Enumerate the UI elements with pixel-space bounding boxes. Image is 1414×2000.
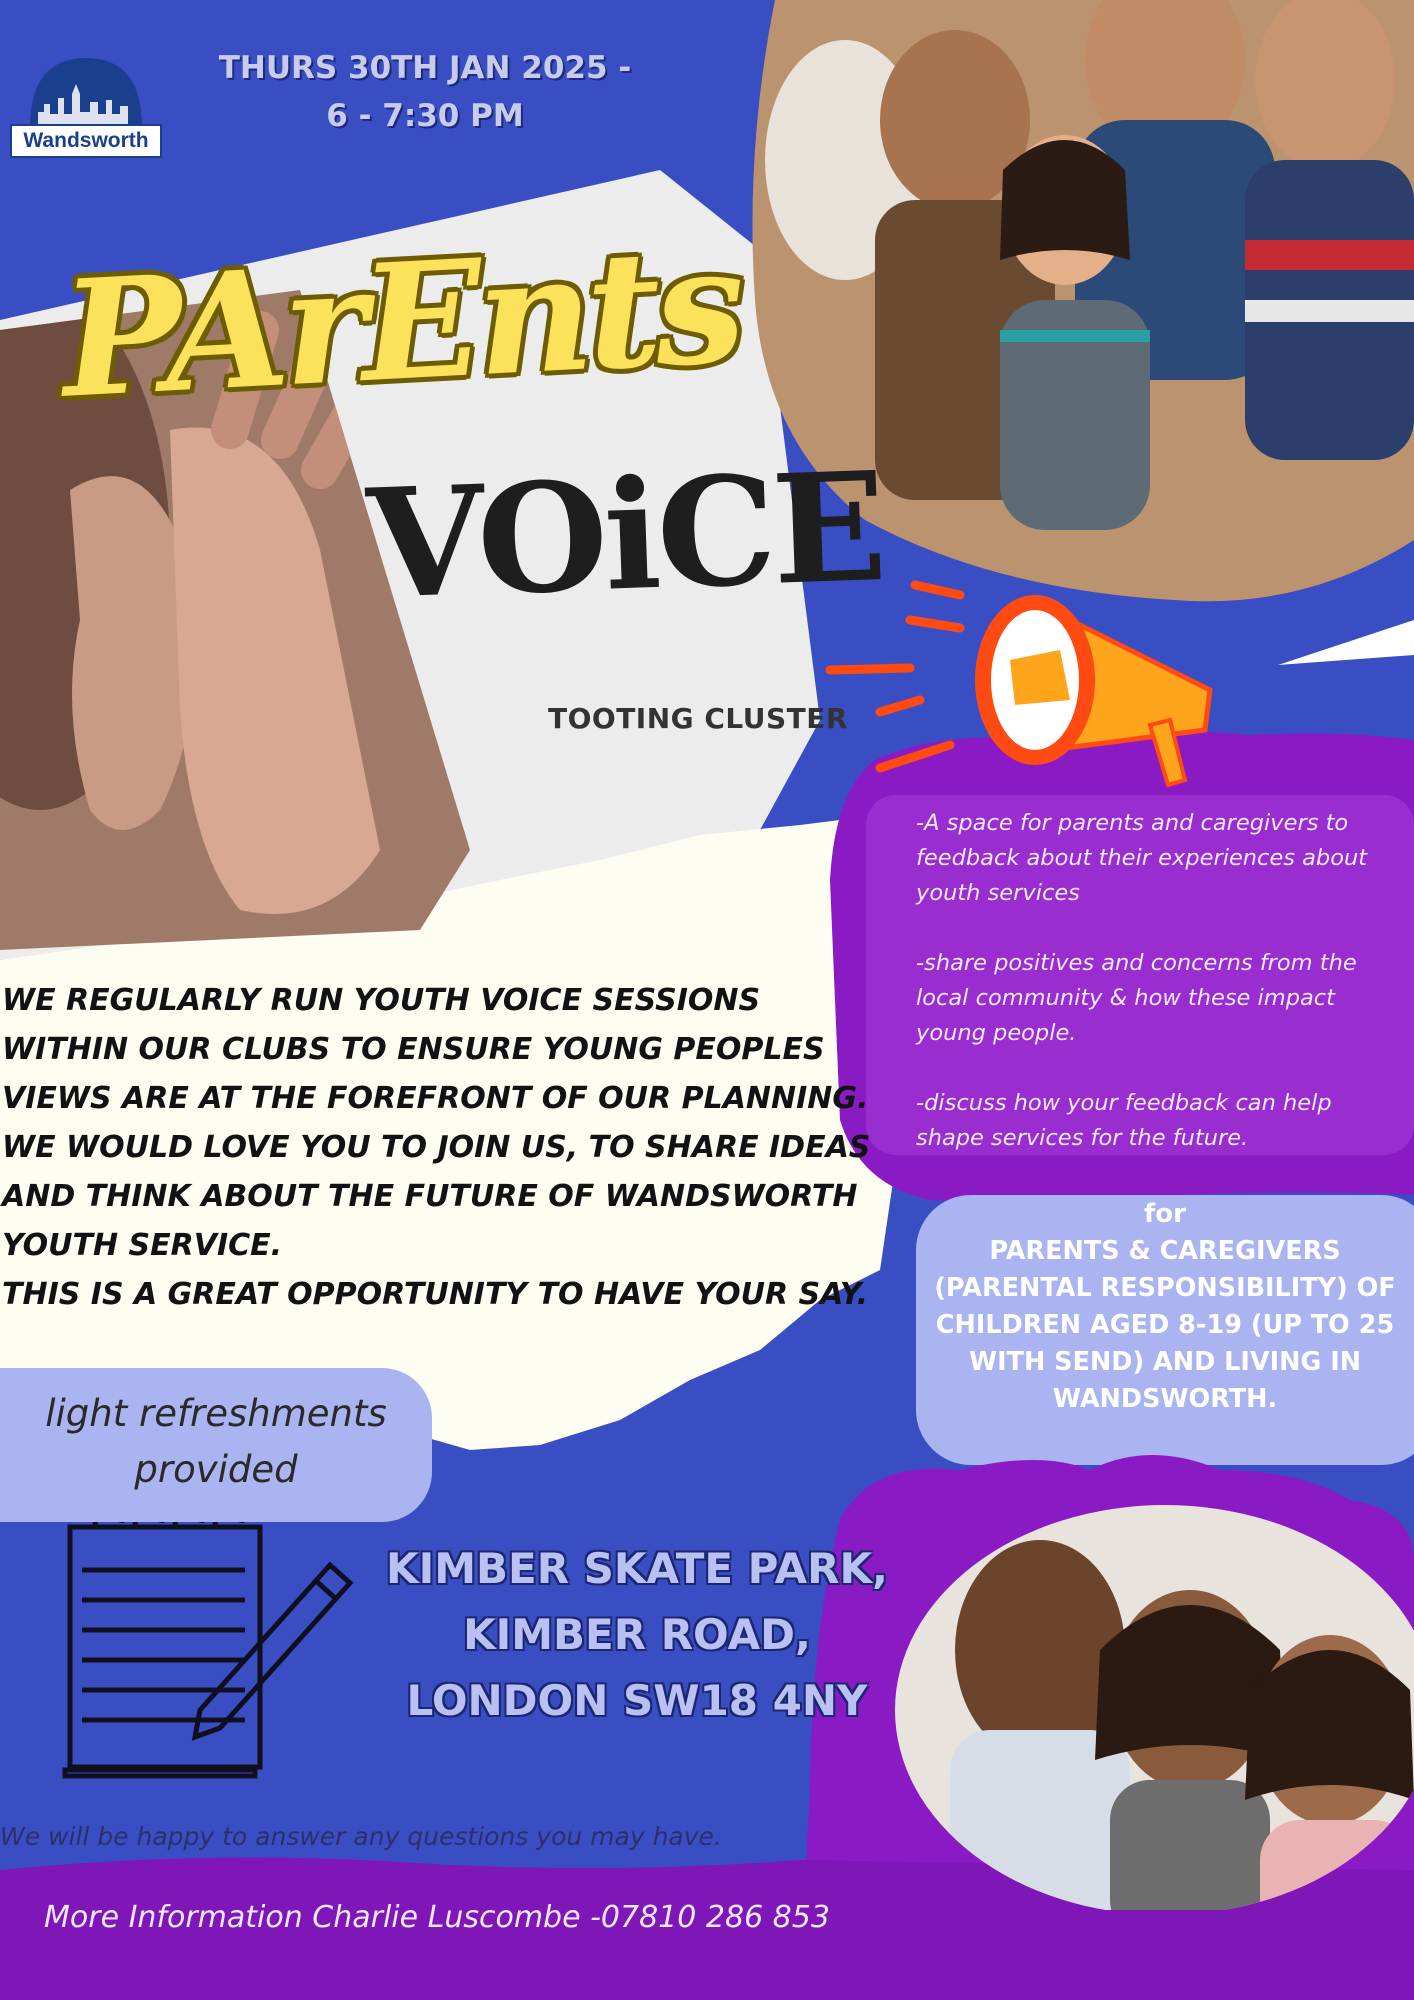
- intro-line: WE REGULARLY RUN YOUTH VOICE SESSIONS: [2, 983, 761, 1018]
- audience-box: for PARENTS & CAREGIVERS (PARENTAL RESPO…: [920, 1196, 1410, 1418]
- intro-line: WE WOULD LOVE YOU TO JOIN US, TO SHARE I…: [2, 1130, 871, 1165]
- venue-line: KIMBER ROAD,: [463, 1610, 811, 1659]
- wandsworth-logo: Wandsworth: [10, 54, 162, 158]
- questions-note: We will be happy to answer any questions…: [0, 1822, 722, 1851]
- intro-line: THIS IS A GREAT OPPORTUNITY TO HAVE YOUR…: [2, 1277, 869, 1312]
- logo-skyline-icon: [30, 58, 142, 128]
- refreshments-line: provided: [134, 1448, 298, 1491]
- bullet-item: -A space for parents and caregivers to f…: [916, 810, 1368, 906]
- intro-line: AND THINK ABOUT THE FUTURE OF WANDSWORTH: [2, 1179, 858, 1214]
- poster: Wandsworth THURS 30TH JAN 2025 - 6 - 7:3…: [0, 0, 1414, 2000]
- intro-line: VIEWS ARE AT THE FOREFRONT OF OUR PLANNI…: [2, 1081, 869, 1116]
- family-photo-bottom: [895, 1505, 1414, 1910]
- intro-line: WITHIN OUR CLUBS TO ENSURE YOUNG PEOPLES: [2, 1032, 825, 1067]
- venue-line: KIMBER SKATE PARK,: [386, 1544, 888, 1593]
- event-time: 6 - 7:30 PM: [326, 98, 524, 134]
- notepad-pencil-icon: [62, 1507, 354, 1779]
- refreshments-badge: light refreshments provided: [0, 1368, 432, 1522]
- bullet-item: -discuss how your feedback can help shap…: [916, 1090, 1332, 1151]
- venue-line: LONDON SW18 4NY: [406, 1676, 868, 1725]
- cluster-label: TOOTING CLUSTER: [548, 702, 848, 735]
- bullet-item: -share positives and concerns from the l…: [916, 950, 1357, 1046]
- intro-line: YOUTH SERVICE.: [2, 1228, 283, 1263]
- title-voice: VOiCE: [364, 439, 886, 633]
- event-date: THURS 30TH JAN 2025 -: [218, 50, 632, 86]
- venue-address: KIMBER SKATE PARK, KIMBER ROAD, LONDON S…: [372, 1536, 902, 1734]
- contact-info: More Information Charlie Luscombe -07810…: [44, 1900, 830, 1935]
- session-description-list: -A space for parents and caregivers to f…: [916, 806, 1386, 1191]
- event-date-time: THURS 30TH JAN 2025 - 6 - 7:30 PM: [190, 44, 660, 140]
- refreshments-line: light refreshments: [45, 1392, 387, 1435]
- logo-wordmark: Wandsworth: [10, 124, 162, 158]
- audience-for-label: for: [1144, 1199, 1186, 1229]
- audience-text: PARENTS & CAREGIVERS (PARENTAL RESPONSIB…: [934, 1236, 1396, 1414]
- title-parents: PArEnts: [57, 210, 744, 434]
- intro-paragraph: WE REGULARLY RUN YOUTH VOICE SESSIONS WI…: [2, 976, 902, 1319]
